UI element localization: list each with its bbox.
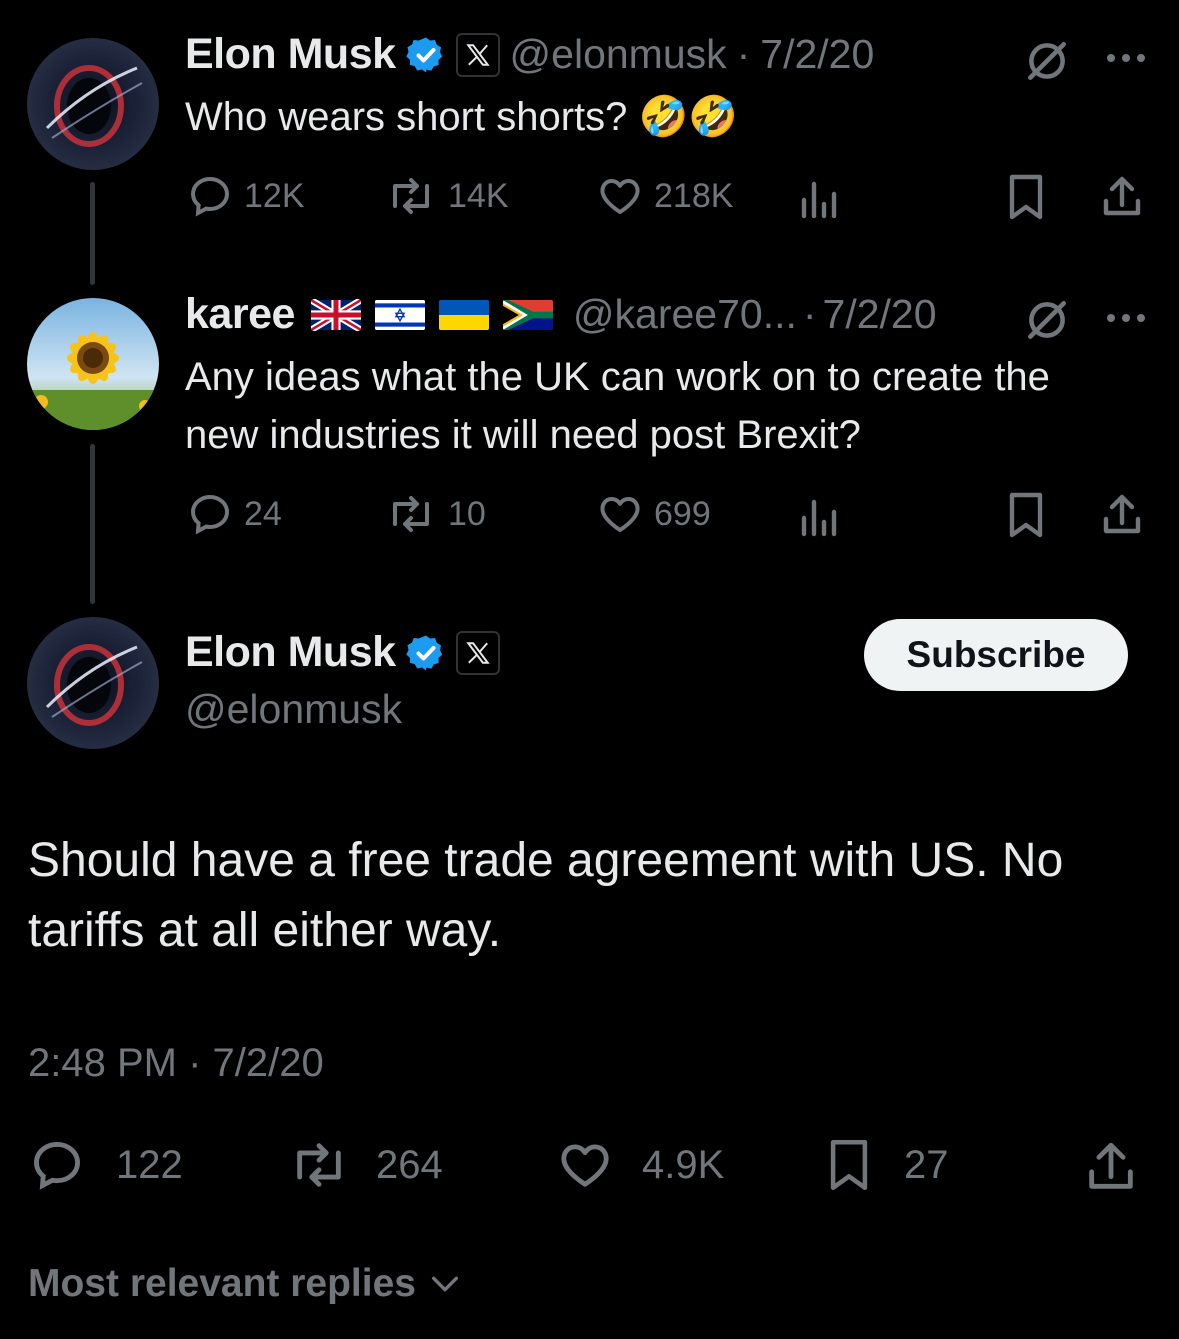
reply-button[interactable]: 12K <box>186 172 305 220</box>
like-count: 4.9K <box>642 1142 725 1187</box>
reply-button[interactable]: 24 <box>186 490 282 538</box>
repost-count: 14K <box>448 176 509 215</box>
repost-button[interactable]: 10 <box>384 490 486 538</box>
uk-flag-icon <box>310 298 361 331</box>
x-affiliate-icon <box>455 630 500 675</box>
x-affiliate-icon <box>455 32 500 77</box>
share-icon[interactable] <box>1098 173 1146 221</box>
views-icon[interactable] <box>800 180 844 220</box>
views-icon[interactable] <box>800 498 844 538</box>
reply-sort-label: Most relevant replies <box>28 1262 416 1305</box>
chevron-down-icon <box>431 1276 459 1292</box>
repost-icon <box>297 1143 341 1187</box>
share-icon[interactable] <box>1098 491 1146 539</box>
bookmark-button[interactable]: 27 <box>824 1136 949 1194</box>
like-button[interactable]: 218K <box>596 172 733 220</box>
more-options-icon[interactable] <box>1103 48 1149 68</box>
tweet-date[interactable]: 7/2/20 <box>823 291 937 338</box>
reply-icon <box>34 1142 80 1190</box>
reply-icon <box>190 494 230 535</box>
israel-flag-icon <box>374 299 425 331</box>
subscribe-button[interactable]: Subscribe <box>864 619 1128 691</box>
grok-icon[interactable] <box>1022 36 1072 86</box>
tweet-date[interactable]: 7/2/20 <box>760 31 874 78</box>
reply-sort-dropdown[interactable]: Most relevant replies <box>28 1262 462 1306</box>
separator-dot: · <box>802 291 817 337</box>
like-button[interactable]: 699 <box>596 490 711 538</box>
bookmark-icon <box>830 1140 868 1190</box>
tweet-text: Any ideas what the UK can work on to cre… <box>185 355 1050 457</box>
share-icon[interactable] <box>1082 1138 1140 1196</box>
avatar[interactable] <box>27 38 159 170</box>
verified-badge-icon <box>405 635 442 670</box>
repost-button[interactable]: 264 <box>286 1136 443 1194</box>
separator-dot: · <box>736 31 751 77</box>
like-count: 218K <box>654 176 734 215</box>
reply-icon <box>190 176 230 217</box>
avatar[interactable] <box>27 617 159 749</box>
reply-button[interactable]: 122 <box>28 1136 183 1194</box>
author-handle[interactable]: @elonmusk <box>510 31 727 78</box>
author-name[interactable]: Elon Musk <box>185 30 396 79</box>
author-name[interactable]: karee <box>185 290 295 339</box>
heart-icon <box>600 179 640 214</box>
tweet-text: Should have a free trade agreement with … <box>28 834 1064 957</box>
author-handle[interactable]: @karee70... <box>573 291 797 338</box>
like-count: 699 <box>654 494 711 533</box>
verified-badge-icon <box>405 37 442 72</box>
reply-count: 24 <box>244 494 282 533</box>
repost-icon <box>393 178 429 214</box>
repost-count: 264 <box>376 1142 443 1187</box>
reply-count: 122 <box>116 1142 183 1187</box>
more-options-icon[interactable] <box>1103 308 1149 328</box>
repost-count: 10 <box>448 494 486 533</box>
tweet-timestamp[interactable]: 2:48 PM · 7/2/20 <box>28 1041 324 1086</box>
heart-icon <box>561 1144 609 1187</box>
grok-icon[interactable] <box>1022 295 1072 345</box>
repost-button[interactable]: 14K <box>384 172 509 220</box>
thread-line <box>90 182 95 285</box>
reply-count: 12K <box>244 176 305 215</box>
bookmark-icon[interactable] <box>1004 491 1048 539</box>
heart-icon <box>600 497 640 532</box>
bookmark-icon[interactable] <box>1004 173 1048 221</box>
bookmark-count: 27 <box>904 1142 949 1187</box>
ukraine-flag-icon <box>438 299 489 331</box>
avatar[interactable] <box>27 298 159 430</box>
thread-line <box>90 444 95 604</box>
south-africa-flag-icon <box>502 299 553 331</box>
author-handle[interactable]: @elonmusk <box>185 686 402 733</box>
tweet-text: Who wears short shorts? 🤣🤣 <box>185 95 739 139</box>
like-button[interactable]: 4.9K <box>556 1136 724 1194</box>
author-name[interactable]: Elon Musk <box>185 628 396 677</box>
repost-icon <box>393 496 429 532</box>
